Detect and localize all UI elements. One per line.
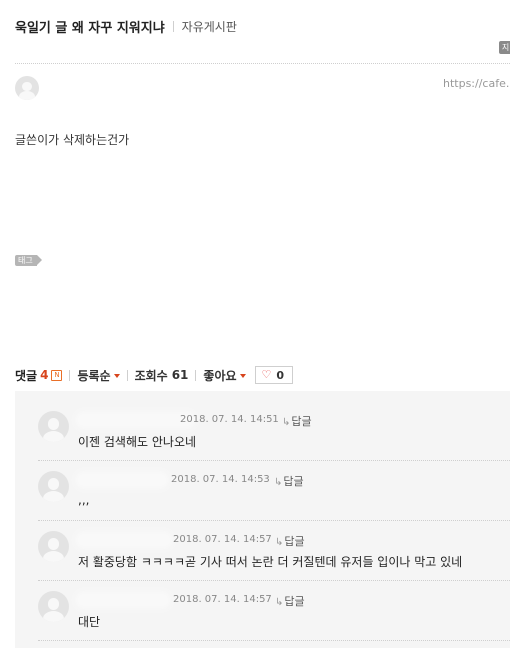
new-badge: N — [51, 369, 63, 381]
scrap-icon[interactable]: 지 — [499, 41, 510, 54]
reply-link[interactable]: ↳답글 — [274, 473, 304, 489]
comment-avatar[interactable] — [38, 591, 69, 622]
reply-arrow-icon: ↳ — [275, 597, 284, 608]
comment-date: 2018. 07. 14. 14:51 — [180, 414, 279, 425]
comment-count[interactable]: 4 — [40, 368, 48, 382]
views-value: 61 — [171, 368, 189, 382]
comment-author-redacted — [78, 414, 193, 426]
reply-arrow-icon: ↳ — [275, 537, 284, 548]
like-count: 0 — [276, 368, 285, 382]
tag-icon: 태그 — [15, 255, 42, 266]
reply-label: 답글 — [283, 475, 304, 488]
post-title: 욱일기 글 왜 자꾸 지워지냐 — [15, 20, 165, 36]
like-dropdown[interactable]: 좋아요 — [203, 367, 246, 384]
comment-date: 2018. 07. 14. 14:57 — [173, 534, 272, 545]
comment-date: 2018. 07. 14. 14:57 — [173, 594, 272, 605]
comment-list: 2018. 07. 14. 14:51 ↳답글 이젠 검색해도 안나오네 201… — [15, 391, 510, 648]
comment-date: 2018. 07. 14. 14:53 — [171, 474, 270, 485]
comment-stats-bar: 댓글 4 N 등록순 조회수 61 좋아요 ♡ 0 — [15, 366, 294, 384]
heart-icon: ♡ — [261, 368, 272, 381]
stats-divider — [126, 369, 128, 381]
title-divider — [172, 20, 174, 32]
reply-arrow-icon: ↳ — [274, 477, 283, 488]
comment-divider — [38, 580, 510, 581]
reply-link[interactable]: ↳답글 — [275, 593, 305, 609]
reply-label: 답글 — [291, 415, 312, 428]
sort-dropdown[interactable]: 등록순 — [77, 367, 120, 384]
reply-label: 답글 — [284, 535, 305, 548]
chevron-down-icon — [239, 374, 246, 378]
views-label: 조회수 — [134, 368, 168, 383]
comment-divider — [38, 460, 510, 461]
comment-text: 저 활중당함 ㅋㅋㅋㅋ곧 기사 떠서 논란 더 커질텐데 유저들 입이나 막고 … — [78, 555, 463, 569]
reply-link[interactable]: ↳답글 — [275, 533, 305, 549]
author-avatar[interactable] — [15, 76, 39, 100]
reply-arrow-icon: ↳ — [282, 417, 291, 428]
comment-avatar[interactable] — [38, 471, 69, 502]
post-header: 욱일기 글 왜 자꾸 지워지냐 자유게시판 — [15, 16, 237, 36]
comment-avatar[interactable] — [38, 531, 69, 562]
like-button[interactable]: ♡ 0 — [254, 366, 294, 384]
reply-link[interactable]: ↳답글 — [282, 413, 312, 429]
like-menu-label: 좋아요 — [203, 368, 237, 383]
comment-avatar[interactable] — [38, 411, 69, 442]
comment-label[interactable]: 댓글 — [15, 367, 37, 384]
comment-text: 이젠 검색해도 안나오네 — [78, 435, 197, 449]
reply-label: 답글 — [284, 595, 305, 608]
comment-text: ,,, — [78, 493, 90, 507]
comment-author-redacted — [78, 474, 166, 486]
comment-author-redacted — [78, 594, 168, 606]
post-body: 글쓴이가 삭제하는건가 — [15, 133, 130, 147]
header-divider — [15, 63, 510, 64]
comment-divider — [38, 520, 510, 521]
comment-author-redacted — [78, 534, 170, 546]
sort-label: 등록순 — [77, 368, 111, 383]
comment-divider — [38, 640, 510, 641]
post-url[interactable]: https://cafe.n — [443, 77, 510, 90]
chevron-down-icon — [113, 374, 120, 378]
comment-text: 대단 — [78, 615, 101, 629]
board-link[interactable]: 자유게시판 — [182, 18, 237, 35]
stats-divider — [195, 369, 197, 381]
stats-divider — [69, 369, 71, 381]
